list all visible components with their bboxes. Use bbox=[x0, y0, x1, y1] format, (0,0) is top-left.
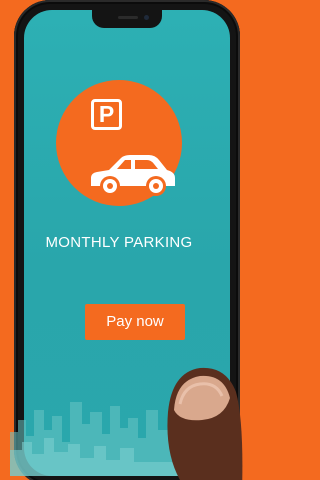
car-icon bbox=[91, 155, 175, 196]
speaker bbox=[118, 16, 138, 19]
scene: P MONTHLY PARKING Pay now bbox=[0, 0, 244, 480]
pay-now-button[interactable]: Pay now bbox=[85, 304, 185, 340]
parking-sign-icon: P bbox=[91, 99, 122, 130]
phone-notch bbox=[92, 10, 162, 28]
finger bbox=[167, 367, 243, 480]
front-camera bbox=[144, 15, 149, 20]
page-title: MONTHLY PARKING bbox=[45, 234, 193, 251]
